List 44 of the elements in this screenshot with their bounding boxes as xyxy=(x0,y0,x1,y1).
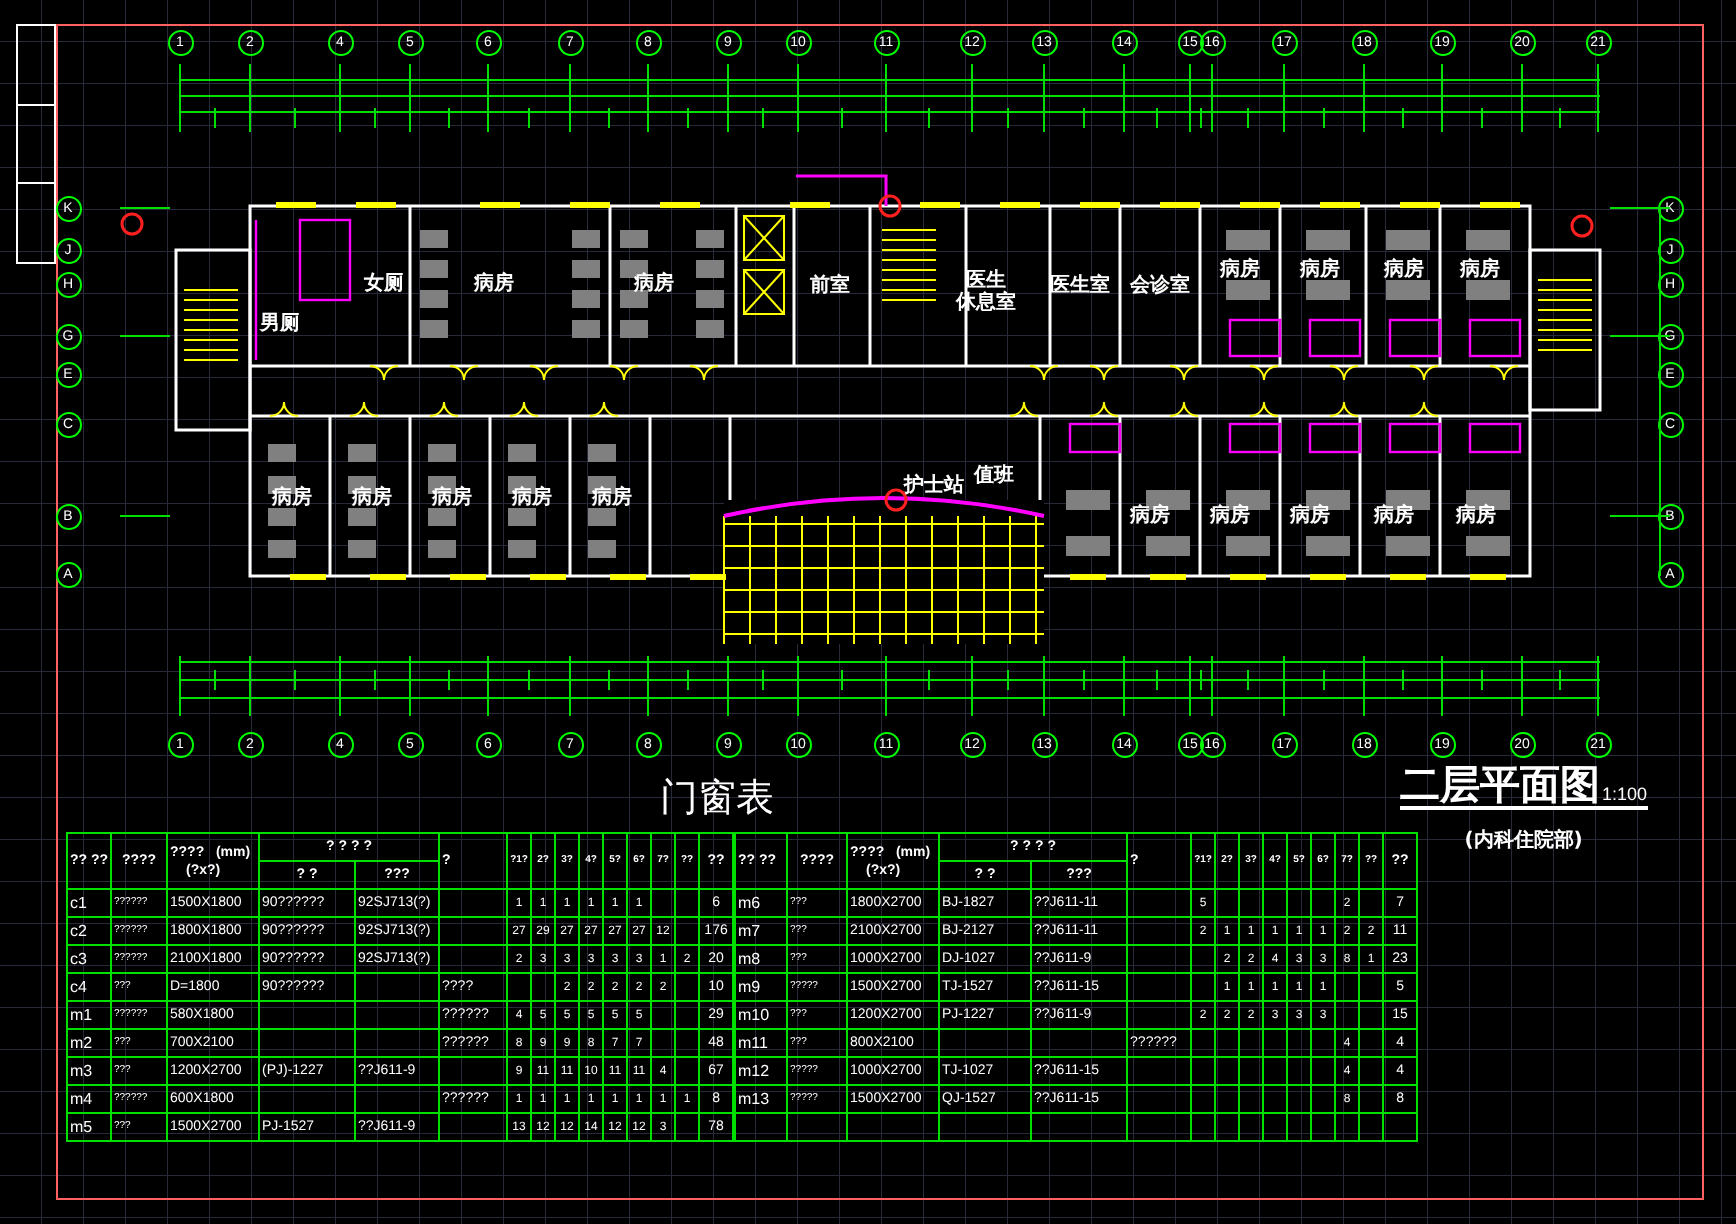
room-label: 病房 xyxy=(634,273,674,295)
table-cell: m13 xyxy=(735,1085,788,1113)
table-cell: m1 xyxy=(67,1001,111,1029)
room-label: 病房 xyxy=(1290,505,1330,527)
table-cell: m4 xyxy=(67,1085,111,1113)
room-label: 病房 xyxy=(1210,505,1250,527)
room-label: 会诊室 xyxy=(1130,275,1190,297)
room-label: 病房 xyxy=(474,273,514,295)
table-cell: c3 xyxy=(67,945,111,973)
room-label: 病房 xyxy=(1460,259,1500,281)
table-cell: m2 xyxy=(67,1029,111,1057)
table-cell: m7 xyxy=(735,917,788,945)
table-cell: c2 xyxy=(67,917,111,945)
room-label: 女厕 xyxy=(364,273,404,295)
table-cell: m6 xyxy=(735,889,788,917)
table-cell: m9 xyxy=(735,973,788,1001)
table-cell: m3 xyxy=(67,1057,111,1085)
room-label: 病房 xyxy=(1130,505,1170,527)
table-cell: c1 xyxy=(67,889,111,917)
room-label: 病房 xyxy=(1456,505,1496,527)
room-label: 病房 xyxy=(352,487,392,509)
table-cell: m5 xyxy=(67,1113,111,1141)
drawing-title: 二层平面图 xyxy=(1400,764,1600,804)
room-label: 病房 xyxy=(432,487,472,509)
table-cell: m11 xyxy=(735,1029,788,1057)
schedule-title: 门窗表 xyxy=(660,780,774,818)
table-cell: m10 xyxy=(735,1001,788,1029)
room-label: 病房 xyxy=(592,487,632,509)
room-label: 病房 xyxy=(1220,259,1260,281)
table-cell: c4 xyxy=(67,973,111,1001)
room-label: 病房 xyxy=(1374,505,1414,527)
drawing-subtitle: (内科住院部) xyxy=(1464,827,1583,856)
room-label: 病房 xyxy=(512,487,552,509)
table-cell: m12 xyxy=(735,1057,788,1085)
table-cell: m8 xyxy=(735,945,788,973)
room-label: 男厕 xyxy=(260,313,300,335)
room-label: 值班 xyxy=(974,465,1014,487)
room-label: 前室 xyxy=(810,275,850,297)
room-label: 病房 xyxy=(1300,259,1340,281)
room-label: 护士站 xyxy=(904,475,964,497)
room-label: 医生室 xyxy=(1050,275,1110,297)
drawing-scale: 1:100 xyxy=(1602,786,1648,804)
room-label: 病房 xyxy=(272,487,312,509)
room-label: 病房 xyxy=(1384,259,1424,281)
